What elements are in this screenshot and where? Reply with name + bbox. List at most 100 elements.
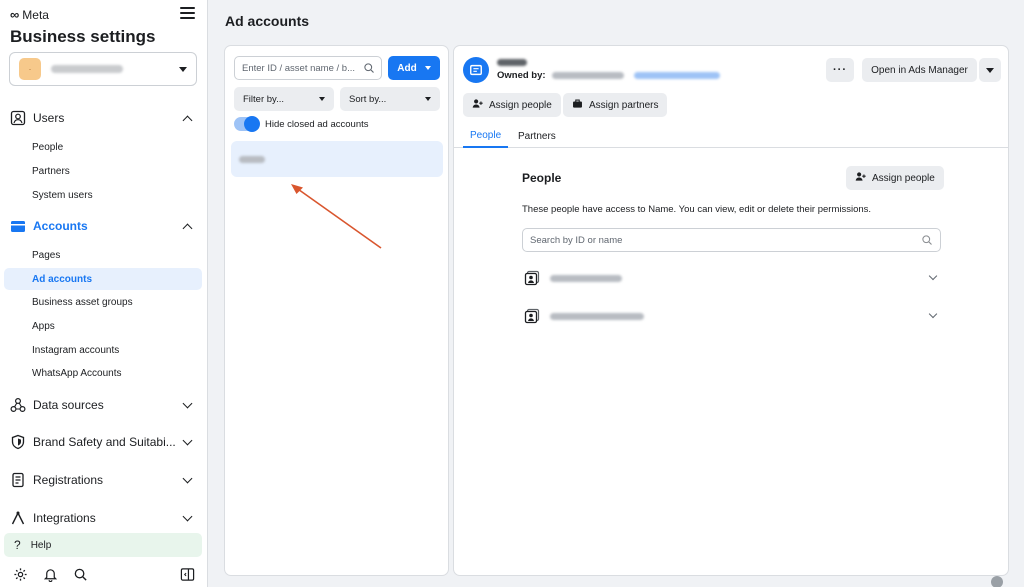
sidebar-section-integrations[interactable]: Integrations bbox=[9, 507, 199, 529]
sidebar-section-users[interactable]: Users bbox=[9, 107, 199, 129]
account-id-redacted[interactable] bbox=[633, 72, 720, 79]
sidebar-section-accounts[interactable]: Accounts bbox=[9, 215, 199, 237]
help-label: Help bbox=[30, 539, 52, 551]
panel-toggle-icon[interactable] bbox=[179, 566, 195, 582]
filter-label: Filter by... bbox=[243, 93, 284, 105]
sidebar: ∞ Meta Business settings · Users People … bbox=[0, 0, 208, 587]
chevron-down-icon bbox=[182, 473, 193, 483]
person-name-redacted bbox=[550, 274, 622, 282]
more-options-button[interactable]: ··· bbox=[826, 58, 854, 82]
shield-icon bbox=[9, 433, 27, 451]
sidebar-item-system-users[interactable]: System users bbox=[4, 184, 202, 206]
business-selector[interactable]: · bbox=[9, 52, 197, 86]
chevron-down-icon[interactable] bbox=[928, 271, 938, 281]
person-name-redacted bbox=[550, 312, 644, 320]
bell-icon[interactable] bbox=[42, 566, 58, 582]
assign-partners-button[interactable]: Assign partners bbox=[563, 93, 668, 117]
chevron-down-icon bbox=[986, 67, 994, 73]
sidebar-section-data-sources[interactable]: Data sources bbox=[9, 394, 199, 416]
registrations-icon bbox=[9, 471, 27, 489]
table-row[interactable] bbox=[522, 305, 941, 327]
assign-people-button-secondary[interactable]: Assign people bbox=[846, 166, 944, 190]
sidebar-item-apps[interactable]: Apps bbox=[4, 315, 202, 337]
hide-closed-toggle[interactable] bbox=[234, 116, 260, 132]
people-search-input[interactable]: Search by ID or name bbox=[522, 228, 941, 252]
search-icon[interactable] bbox=[72, 566, 88, 582]
add-button[interactable]: Add bbox=[388, 56, 440, 80]
chevron-down-icon[interactable] bbox=[928, 309, 938, 319]
sidebar-section-label: Accounts bbox=[33, 219, 88, 233]
users-icon bbox=[9, 109, 27, 127]
business-avatar: · bbox=[19, 58, 41, 80]
hide-closed-label: Hide closed ad accounts bbox=[265, 118, 369, 130]
chevron-up-icon bbox=[182, 223, 193, 233]
table-row[interactable] bbox=[522, 267, 941, 289]
hide-closed-toggle-row: Hide closed ad accounts bbox=[234, 116, 369, 132]
person-badge-icon bbox=[522, 268, 542, 288]
hamburger-icon[interactable] bbox=[180, 7, 195, 20]
search-icon bbox=[363, 62, 375, 77]
person-add-icon bbox=[472, 98, 483, 112]
list-item[interactable] bbox=[231, 141, 443, 177]
sidebar-section-label: Registrations bbox=[33, 473, 104, 487]
owner-name-redacted bbox=[551, 72, 624, 79]
owned-by-row: Owned by: bbox=[497, 70, 720, 81]
chevron-down-icon bbox=[179, 66, 187, 72]
integrations-icon bbox=[9, 509, 27, 527]
tab-partners[interactable]: Partners bbox=[518, 124, 556, 148]
ad-account-icon bbox=[463, 57, 489, 83]
detail-tabs: People Partners bbox=[454, 124, 1008, 148]
page-title: Ad accounts bbox=[225, 13, 310, 29]
chevron-down-icon bbox=[182, 398, 193, 408]
ads-manager-dropdown-button[interactable] bbox=[979, 58, 1001, 82]
business-name-redacted bbox=[51, 65, 123, 73]
sidebar-section-brand-safety[interactable]: Brand Safety and Suitabi... bbox=[9, 431, 199, 453]
chevron-up-icon bbox=[182, 115, 193, 125]
sidebar-section-registrations[interactable]: Registrations bbox=[9, 469, 199, 491]
meta-logo[interactable]: ∞ Meta bbox=[10, 7, 49, 22]
search-icon bbox=[921, 234, 933, 249]
filter-by-dropdown[interactable]: Filter by... bbox=[234, 87, 334, 111]
open-in-ads-manager-button[interactable]: Open in Ads Manager bbox=[862, 58, 977, 82]
chevron-down-icon bbox=[319, 97, 325, 101]
people-description: These people have access to Name. You ca… bbox=[522, 204, 872, 215]
people-section-title: People bbox=[522, 171, 562, 185]
tab-people[interactable]: People bbox=[463, 124, 509, 148]
ad-accounts-list-panel: Enter ID / asset name / b... Add Filter … bbox=[224, 45, 449, 576]
sidebar-item-ad-accounts[interactable]: Ad accounts bbox=[4, 268, 202, 290]
people-search-placeholder: Search by ID or name bbox=[530, 234, 623, 246]
sidebar-item-partners[interactable]: Partners bbox=[4, 160, 202, 182]
assign-people-button[interactable]: Assign people bbox=[463, 93, 561, 117]
sidebar-item-instagram-accounts[interactable]: Instagram accounts bbox=[4, 339, 202, 361]
sidebar-footer bbox=[0, 562, 208, 587]
gear-icon[interactable] bbox=[12, 566, 28, 582]
sort-by-dropdown[interactable]: Sort by... bbox=[340, 87, 440, 111]
accounts-icon bbox=[9, 217, 27, 235]
assign-partners-label: Assign partners bbox=[589, 99, 659, 111]
person-add-icon bbox=[855, 171, 866, 185]
assign-people-label: Assign people bbox=[489, 99, 552, 111]
data-sources-icon bbox=[9, 396, 27, 414]
sidebar-section-label: Integrations bbox=[33, 511, 96, 525]
ad-account-name-redacted bbox=[497, 57, 527, 66]
brand-name: Meta bbox=[22, 7, 49, 22]
person-badge-icon bbox=[522, 306, 542, 326]
assign-people-label: Assign people bbox=[872, 172, 935, 184]
ad-account-name-redacted bbox=[239, 155, 265, 163]
chevron-down-icon bbox=[424, 66, 431, 70]
sidebar-section-label: Data sources bbox=[33, 398, 104, 412]
sidebar-item-business-asset-groups[interactable]: Business asset groups bbox=[4, 291, 202, 313]
chevron-down-icon bbox=[425, 97, 431, 101]
globe-icon[interactable] bbox=[991, 576, 1003, 587]
add-label: Add bbox=[397, 62, 417, 74]
owned-by-label: Owned by: bbox=[497, 70, 546, 81]
sidebar-item-whatsapp-accounts[interactable]: WhatsApp Accounts bbox=[4, 362, 202, 384]
search-placeholder: Enter ID / asset name / b... bbox=[242, 62, 355, 74]
chevron-down-icon bbox=[182, 435, 193, 445]
sidebar-item-people[interactable]: People bbox=[4, 136, 202, 158]
sidebar-item-pages[interactable]: Pages bbox=[4, 244, 202, 266]
asset-search-input[interactable]: Enter ID / asset name / b... bbox=[234, 56, 382, 80]
page-heading: Business settings bbox=[10, 27, 156, 46]
help-button[interactable]: ? Help bbox=[4, 533, 202, 557]
sidebar-section-label: Users bbox=[33, 111, 65, 125]
